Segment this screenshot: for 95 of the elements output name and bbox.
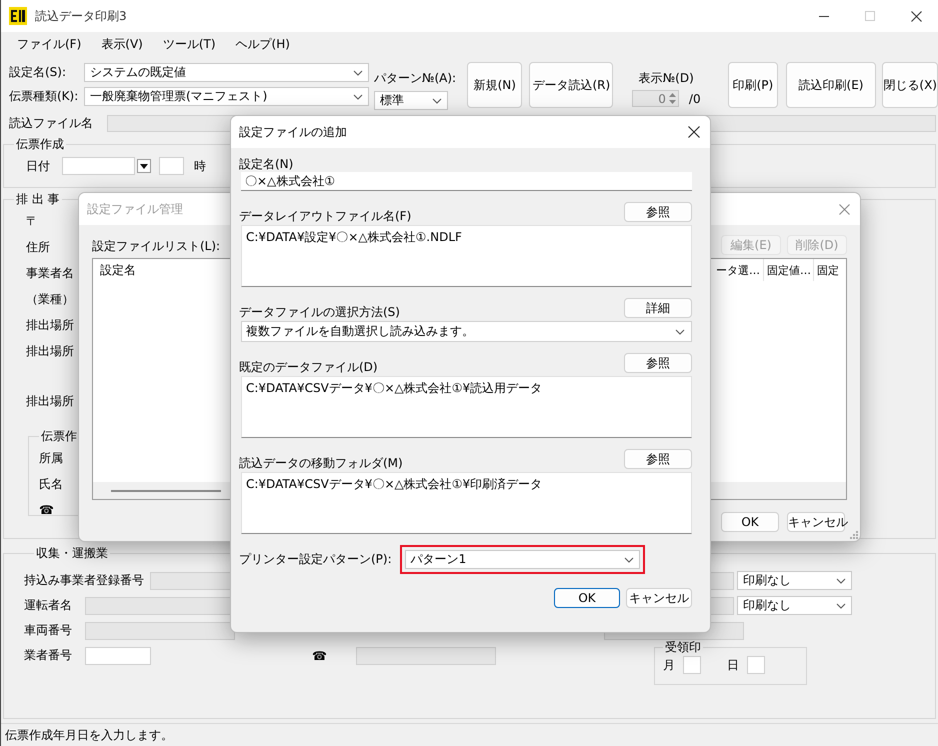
chevron-down-icon <box>432 98 442 104</box>
field-label: 既定のデータファイル(D) <box>239 359 378 376</box>
print-combo[interactable]: 印刷なし <box>737 596 852 615</box>
app-icon <box>9 7 27 25</box>
triangle-down-icon <box>140 164 148 168</box>
hour-field[interactable] <box>159 157 184 175</box>
field-label: ☎ <box>39 502 54 519</box>
field-label: 日 <box>727 656 739 674</box>
button[interactable]: OK <box>721 512 779 532</box>
menu-item[interactable]: ヘルプ(H) <box>226 36 300 52</box>
slip-type-combo[interactable]: 一般廃棄物管理票(マニフェスト) <box>84 87 369 106</box>
field-label: 氏名 <box>39 476 63 492</box>
printer-pattern-combo[interactable]: パターン1 <box>404 550 640 569</box>
status-text: 伝票作成年月日を入力します。 <box>5 726 173 744</box>
field-label: パターン№(A): <box>374 70 456 87</box>
toolbar-button[interactable]: 読込印刷(E) <box>786 62 876 108</box>
spin-arrows-icon <box>668 92 677 105</box>
field-label: 月 <box>663 656 675 674</box>
chevron-down-icon <box>836 578 846 584</box>
dialog-title: 設定ファイル管理 <box>87 200 183 218</box>
close-icon[interactable] <box>688 126 700 138</box>
field-label: 表示№(D) <box>638 70 694 87</box>
chevron-down-icon <box>353 94 363 100</box>
menu-item[interactable]: 表示(V) <box>91 36 153 52</box>
path-field[interactable]: C:¥DATA¥設定¥〇×△株式会社①.NDLF <box>241 225 692 287</box>
field-label: プリンター設定パターン(P): <box>239 551 392 568</box>
number-spinner[interactable]: 0 <box>632 90 679 107</box>
button[interactable]: 参照 <box>624 353 692 373</box>
button[interactable]: キャンセル <box>626 588 692 608</box>
field-label: 排出場所 <box>26 392 74 410</box>
total-count: /0 <box>688 92 701 106</box>
menu-item[interactable]: ツール(T) <box>152 36 226 52</box>
window-title: 読込データ印刷3 <box>35 8 127 24</box>
chevron-down-icon <box>675 328 685 334</box>
maximize-icon[interactable] <box>865 11 875 21</box>
column-header[interactable]: ータ選… <box>711 259 763 281</box>
field-label: 持込み事業者登録番号 <box>24 572 145 589</box>
field-label: 排出場所 <box>26 316 74 334</box>
field-label: 車両番号 <box>24 622 73 639</box>
menu-item[interactable]: ファイル(F) <box>7 36 92 52</box>
field-label: 設定名(N) <box>239 156 294 172</box>
month-field[interactable] <box>683 656 701 674</box>
field-label: 伝票種類(K): <box>9 88 80 105</box>
column-header[interactable]: 固定 <box>813 259 846 281</box>
field-label: 読込データの移動フォルダ(M) <box>239 455 403 472</box>
chevron-down-icon <box>624 556 634 562</box>
field-label: 設定名(S): <box>9 64 68 81</box>
chevron-down-icon <box>836 602 846 608</box>
button[interactable]: 詳細 <box>624 298 692 318</box>
column-header[interactable]: 固定値… <box>763 259 813 281</box>
field-label: 読込ファイル名 <box>9 114 93 132</box>
path-field[interactable]: C:¥DATA¥CSVデータ¥〇×△株式会社①¥読込用データ <box>241 376 692 438</box>
toolbar-button[interactable]: データ読込(R) <box>529 62 614 108</box>
field-label: 所属 <box>39 450 63 466</box>
group-title: 排 出 事 <box>15 191 61 208</box>
field-label: 設定ファイルリスト(L): <box>92 238 220 255</box>
field-label: 業者番号 <box>24 647 73 664</box>
toolbar-button[interactable]: 印刷(P) <box>728 62 778 108</box>
toolbar-button[interactable]: 新規(N) <box>467 62 522 108</box>
text-field[interactable] <box>85 622 235 640</box>
button[interactable]: 参照 <box>624 449 692 469</box>
text-field[interactable] <box>85 646 151 664</box>
field-label: 住所 <box>26 238 50 256</box>
toolbar-button[interactable]: 閉じる(X) <box>882 62 938 108</box>
print-combo[interactable]: 印刷なし <box>737 571 852 590</box>
resize-grip-icon[interactable] <box>850 531 858 539</box>
group-title: 伝票作 <box>40 428 78 445</box>
field-label: （業種） <box>26 290 74 308</box>
field-label: データファイルの選択方法(S) <box>239 304 400 321</box>
dialog-title: 設定ファイルの追加 <box>239 124 347 140</box>
path-field[interactable]: C:¥DATA¥CSVデータ¥〇×△株式会社①¥印刷済データ <box>241 472 692 534</box>
setting-combo[interactable]: システムの既定値 <box>84 63 369 82</box>
phone-field[interactable] <box>356 646 496 664</box>
pattern-combo[interactable]: 標準 <box>374 91 448 110</box>
field-label: データレイアウトファイル名(F) <box>239 208 412 225</box>
field-label: 〒 <box>26 212 38 230</box>
button[interactable]: 参照 <box>624 202 692 222</box>
field-label: 日付 <box>26 158 51 174</box>
dropdown-button[interactable] <box>137 159 151 173</box>
close-icon[interactable] <box>911 10 922 22</box>
name-field[interactable]: 〇×△株式会社① <box>241 172 692 191</box>
field-label: 事業者名 <box>26 264 74 282</box>
column-header[interactable]: 設定名 <box>93 262 136 278</box>
group-title: 収集・運搬業 <box>35 545 109 562</box>
button[interactable]: OK <box>554 588 620 608</box>
day-field[interactable] <box>747 656 765 674</box>
date-field[interactable] <box>62 157 135 175</box>
field-label: 排出場所 <box>26 342 74 360</box>
field-label: 時 <box>194 158 206 174</box>
method-combo[interactable]: 複数ファイルを自動選択し読み込みます。 <box>241 321 692 342</box>
group-title: 伝票作成 <box>15 136 65 153</box>
chevron-down-icon <box>353 70 363 76</box>
field-label: 運転者名 <box>24 597 73 614</box>
phone-label: ☎ <box>312 648 328 662</box>
group-title: 受領印 <box>664 639 702 656</box>
